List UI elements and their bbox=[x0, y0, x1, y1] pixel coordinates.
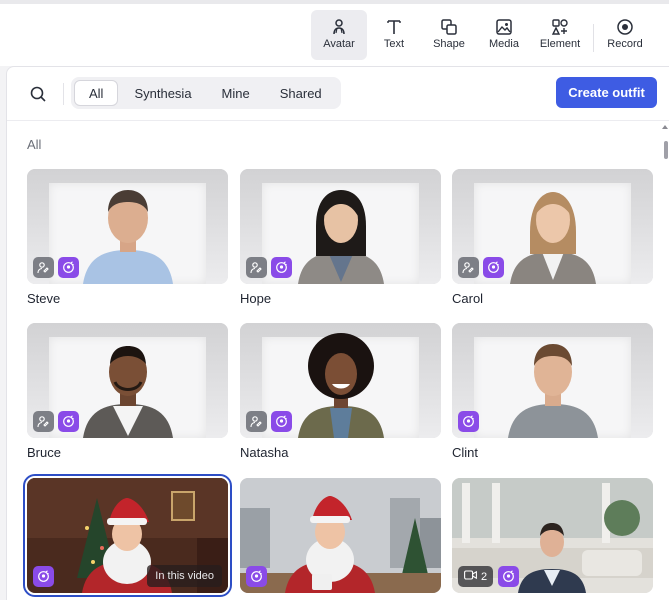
avatar-panel: All Synthesia Mine Shared Create outfit … bbox=[6, 66, 669, 600]
avatar-card-santa-fireplace[interactable]: In this video bbox=[23, 474, 232, 597]
scrollbar[interactable] bbox=[662, 123, 669, 600]
avatar-name: Bruce bbox=[27, 445, 61, 460]
toolbar-record-label: Record bbox=[607, 38, 643, 50]
tab-synthesia[interactable]: Synthesia bbox=[120, 80, 205, 106]
variants-count-badge: 2 bbox=[458, 566, 494, 587]
avatar-card-santa-city[interactable] bbox=[240, 478, 441, 593]
avatar-thumbnail bbox=[297, 190, 384, 284]
avatar-card-lounge[interactable]: 2 bbox=[452, 478, 653, 593]
avatar-thumbnail bbox=[297, 333, 384, 438]
element-icon bbox=[551, 16, 569, 38]
avatar-thumbnail bbox=[82, 346, 173, 438]
top-toolbar: Avatar Text Shape Media Element Record bbox=[0, 0, 669, 66]
avatar-thumbnail bbox=[509, 192, 596, 284]
custom-avatar-icon[interactable] bbox=[483, 257, 504, 278]
custom-avatar-icon[interactable] bbox=[458, 411, 479, 432]
avatar-card-clint[interactable] bbox=[452, 323, 653, 438]
avatar-name: Hope bbox=[240, 291, 272, 306]
custom-avatar-icon[interactable] bbox=[271, 257, 292, 278]
toolbar-shape-label: Shape bbox=[433, 38, 465, 50]
in-this-video-tag: In this video bbox=[147, 565, 222, 587]
toolbar-divider bbox=[593, 24, 594, 52]
camera-icon bbox=[464, 570, 477, 583]
avatar-name: Carol bbox=[452, 291, 484, 306]
media-icon bbox=[495, 16, 513, 38]
avatar-thumbnail bbox=[240, 478, 441, 593]
section-label: All bbox=[27, 137, 42, 152]
record-icon bbox=[616, 16, 634, 38]
custom-avatar-icon[interactable] bbox=[246, 566, 267, 587]
custom-avatar-icon[interactable] bbox=[33, 566, 54, 587]
edit-avatar-icon[interactable] bbox=[33, 257, 54, 278]
avatar-card-hope[interactable] bbox=[240, 169, 441, 284]
avatar-name: Clint bbox=[452, 445, 479, 460]
scroll-thumb[interactable] bbox=[664, 141, 668, 159]
avatar-name: Natasha bbox=[240, 445, 289, 460]
toolbar-avatar-button[interactable]: Avatar bbox=[311, 10, 367, 60]
search-icon[interactable] bbox=[27, 83, 49, 105]
scroll-up-arrow-icon[interactable] bbox=[662, 125, 668, 129]
toolbar-shape-button[interactable]: Shape bbox=[421, 10, 477, 60]
toolbar-record-button[interactable]: Record bbox=[597, 10, 653, 60]
avatar-card-bruce[interactable] bbox=[27, 323, 228, 438]
custom-avatar-icon[interactable] bbox=[58, 257, 79, 278]
custom-avatar-icon[interactable] bbox=[271, 411, 292, 432]
toolbar-media-label: Media bbox=[489, 38, 519, 50]
avatar-thumbnail bbox=[507, 344, 598, 438]
text-icon bbox=[385, 16, 403, 38]
avatar-thumbnail bbox=[82, 190, 173, 284]
create-outfit-button[interactable]: Create outfit bbox=[556, 77, 657, 108]
edit-avatar-icon[interactable] bbox=[33, 411, 54, 432]
avatar-card-steve[interactable] bbox=[27, 169, 228, 284]
avatar-card-carol[interactable] bbox=[452, 169, 653, 284]
custom-avatar-icon[interactable] bbox=[498, 566, 519, 587]
toolbar-element-button[interactable]: Element bbox=[532, 10, 588, 60]
tab-all[interactable]: All bbox=[74, 80, 119, 106]
toolbar-avatar-label: Avatar bbox=[323, 38, 355, 50]
tab-shared[interactable]: Shared bbox=[266, 80, 336, 106]
tab-mine[interactable]: Mine bbox=[208, 80, 264, 106]
edit-avatar-icon[interactable] bbox=[458, 257, 479, 278]
avatar-card-natasha[interactable] bbox=[240, 323, 441, 438]
edit-avatar-icon[interactable] bbox=[246, 257, 267, 278]
avatar-name: Steve bbox=[27, 291, 61, 306]
variants-count: 2 bbox=[481, 570, 488, 583]
toolbar-text-button[interactable]: Text bbox=[366, 10, 422, 60]
filter-tabs: All Synthesia Mine Shared bbox=[71, 77, 341, 109]
edit-avatar-icon[interactable] bbox=[246, 411, 267, 432]
shape-icon bbox=[440, 16, 458, 38]
header-divider bbox=[63, 83, 64, 105]
custom-avatar-icon[interactable] bbox=[58, 411, 79, 432]
panel-header: All Synthesia Mine Shared Create outfit bbox=[7, 67, 669, 121]
toolbar-media-button[interactable]: Media bbox=[476, 10, 532, 60]
avatar-icon bbox=[330, 16, 348, 38]
toolbar-element-label: Element bbox=[539, 38, 581, 50]
toolbar-text-label: Text bbox=[383, 38, 405, 50]
